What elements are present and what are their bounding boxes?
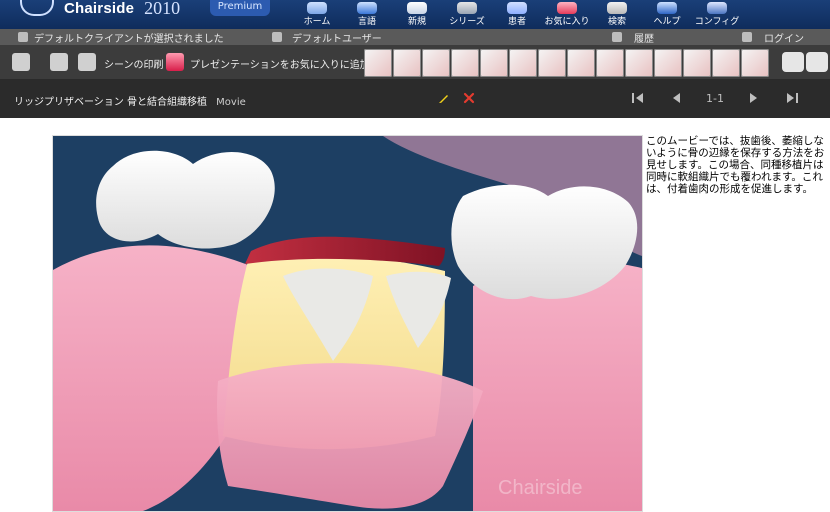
scene-thumbnail[interactable] bbox=[712, 49, 740, 77]
patient-icon bbox=[507, 2, 527, 14]
nav-series-label: シリーズ bbox=[449, 17, 485, 27]
new-icon bbox=[407, 2, 427, 14]
nav-favorites[interactable]: お気に入り bbox=[542, 0, 592, 29]
nav-series[interactable]: シリーズ bbox=[442, 0, 492, 29]
home-icon bbox=[307, 2, 327, 14]
scene-thumbnail[interactable] bbox=[364, 49, 392, 77]
previous-page-icon[interactable] bbox=[668, 91, 684, 105]
edit-pencil-icon[interactable] bbox=[438, 92, 450, 104]
series-icon bbox=[457, 2, 477, 14]
nav-home-label: ホーム bbox=[303, 17, 331, 27]
content-area: Chairside このムービーでは、抜歯後、萎縮しないように骨の辺縁を保存する… bbox=[0, 118, 830, 512]
nav-language-label: 言語 bbox=[357, 17, 376, 27]
top-navigation-bar: Chairside 2010 Premium ホーム 言語 新規 シリーズ 患者… bbox=[0, 0, 830, 29]
nav-new[interactable]: 新規 bbox=[392, 0, 442, 29]
nav-language[interactable]: 言語 bbox=[342, 0, 392, 29]
movie-player[interactable]: Chairside bbox=[52, 135, 643, 512]
scene-thumbnail[interactable] bbox=[393, 49, 421, 77]
first-page-icon[interactable] bbox=[630, 91, 646, 105]
print-icon[interactable] bbox=[78, 53, 96, 71]
content-type: Movie bbox=[216, 97, 246, 108]
scene-thumbnail[interactable] bbox=[654, 49, 682, 77]
scene-thumbnail[interactable] bbox=[422, 49, 450, 77]
fit-screen-icon[interactable] bbox=[12, 53, 30, 71]
login-lock-icon[interactable] bbox=[742, 32, 752, 42]
scene-thumbnail[interactable] bbox=[567, 49, 595, 77]
app-logo: Chairside 2010 bbox=[20, 0, 181, 18]
topic-title: リッジプリザベーション 骨と結合組織移植 bbox=[14, 97, 207, 108]
nav-help-label: ヘルプ bbox=[653, 17, 681, 27]
login-link[interactable]: ログイン bbox=[764, 30, 804, 45]
scene-thumbnail[interactable] bbox=[480, 49, 508, 77]
content-breadcrumb: リッジプリザベーション 骨と結合組織移植 Movie bbox=[14, 93, 246, 108]
nav-menu: ホーム 言語 新規 シリーズ 患者 お気に入り 検索 ヘルプ コンフィグ bbox=[292, 0, 742, 29]
nav-patient-label: 患者 bbox=[507, 17, 526, 27]
video-watermark: Chairside bbox=[498, 477, 582, 499]
toolbar: シーンの印刷 プレゼンテーションをお気に入りに追加 bbox=[0, 45, 830, 80]
add-presentation-to-favorites-button[interactable]: プレゼンテーションをお気に入りに追加 bbox=[190, 56, 370, 71]
brand-name: Chairside bbox=[64, 0, 135, 17]
info-icon[interactable] bbox=[50, 53, 68, 71]
content-title-bar: リッジプリザベーション 骨と結合組織移植 Movie 1-1 bbox=[0, 80, 830, 118]
nav-favorites-label: お気に入り bbox=[544, 17, 590, 27]
scene-thumbnail-strip bbox=[364, 49, 769, 77]
brand-year: 2010 bbox=[144, 0, 181, 18]
current-user-text: デフォルトユーザー bbox=[292, 34, 382, 45]
nav-config[interactable]: コンフィグ bbox=[692, 0, 742, 29]
fullscreen-icon[interactable] bbox=[782, 52, 804, 72]
language-icon bbox=[357, 2, 377, 14]
scene-thumbnail[interactable] bbox=[741, 49, 769, 77]
presentation-icon[interactable] bbox=[806, 52, 828, 72]
dental-scene: Chairside bbox=[53, 136, 642, 511]
pagination: 1-1 bbox=[630, 91, 800, 105]
history-link[interactable]: 履歴 bbox=[634, 30, 654, 45]
nav-search-label: 検索 bbox=[607, 17, 626, 27]
scene-thumbnail[interactable] bbox=[683, 49, 711, 77]
edition-badge: Premium bbox=[210, 0, 270, 16]
left-molar bbox=[96, 150, 275, 249]
selected-client-text: デフォルトクライアントが選択されました bbox=[34, 34, 224, 45]
page-indicator: 1-1 bbox=[706, 91, 724, 105]
nav-search[interactable]: 検索 bbox=[592, 0, 642, 29]
scene-thumbnail[interactable] bbox=[451, 49, 479, 77]
nav-help[interactable]: ヘルプ bbox=[642, 0, 692, 29]
delete-x-icon[interactable] bbox=[463, 92, 475, 104]
nav-home[interactable]: ホーム bbox=[292, 0, 342, 29]
nav-config-label: コンフィグ bbox=[694, 17, 740, 27]
next-page-icon[interactable] bbox=[746, 91, 762, 105]
client-pin-icon bbox=[18, 32, 28, 42]
favorite-heart-icon[interactable] bbox=[166, 53, 184, 71]
chairside-logo-icon bbox=[20, 0, 54, 16]
movie-description: このムービーでは、抜歯後、萎縮しないように骨の辺縁を保存する方法をお見せします。… bbox=[646, 135, 825, 195]
print-scene-button[interactable]: シーンの印刷 bbox=[104, 56, 164, 71]
scene-thumbnail[interactable] bbox=[625, 49, 653, 77]
nav-patient[interactable]: 患者 bbox=[492, 0, 542, 29]
history-icon[interactable] bbox=[612, 32, 622, 42]
favorites-icon bbox=[557, 2, 577, 14]
scene-thumbnail[interactable] bbox=[509, 49, 537, 77]
scene-thumbnail[interactable] bbox=[538, 49, 566, 77]
search-icon bbox=[607, 2, 627, 14]
config-icon bbox=[707, 2, 727, 14]
last-page-icon[interactable] bbox=[784, 91, 800, 105]
status-bar: デフォルトクライアントが選択されました デフォルトユーザー 履歴 ログイン bbox=[0, 29, 830, 46]
help-icon bbox=[657, 2, 677, 14]
nav-new-label: 新規 bbox=[407, 17, 426, 27]
user-icon bbox=[272, 32, 282, 42]
scene-thumbnail[interactable] bbox=[596, 49, 624, 77]
